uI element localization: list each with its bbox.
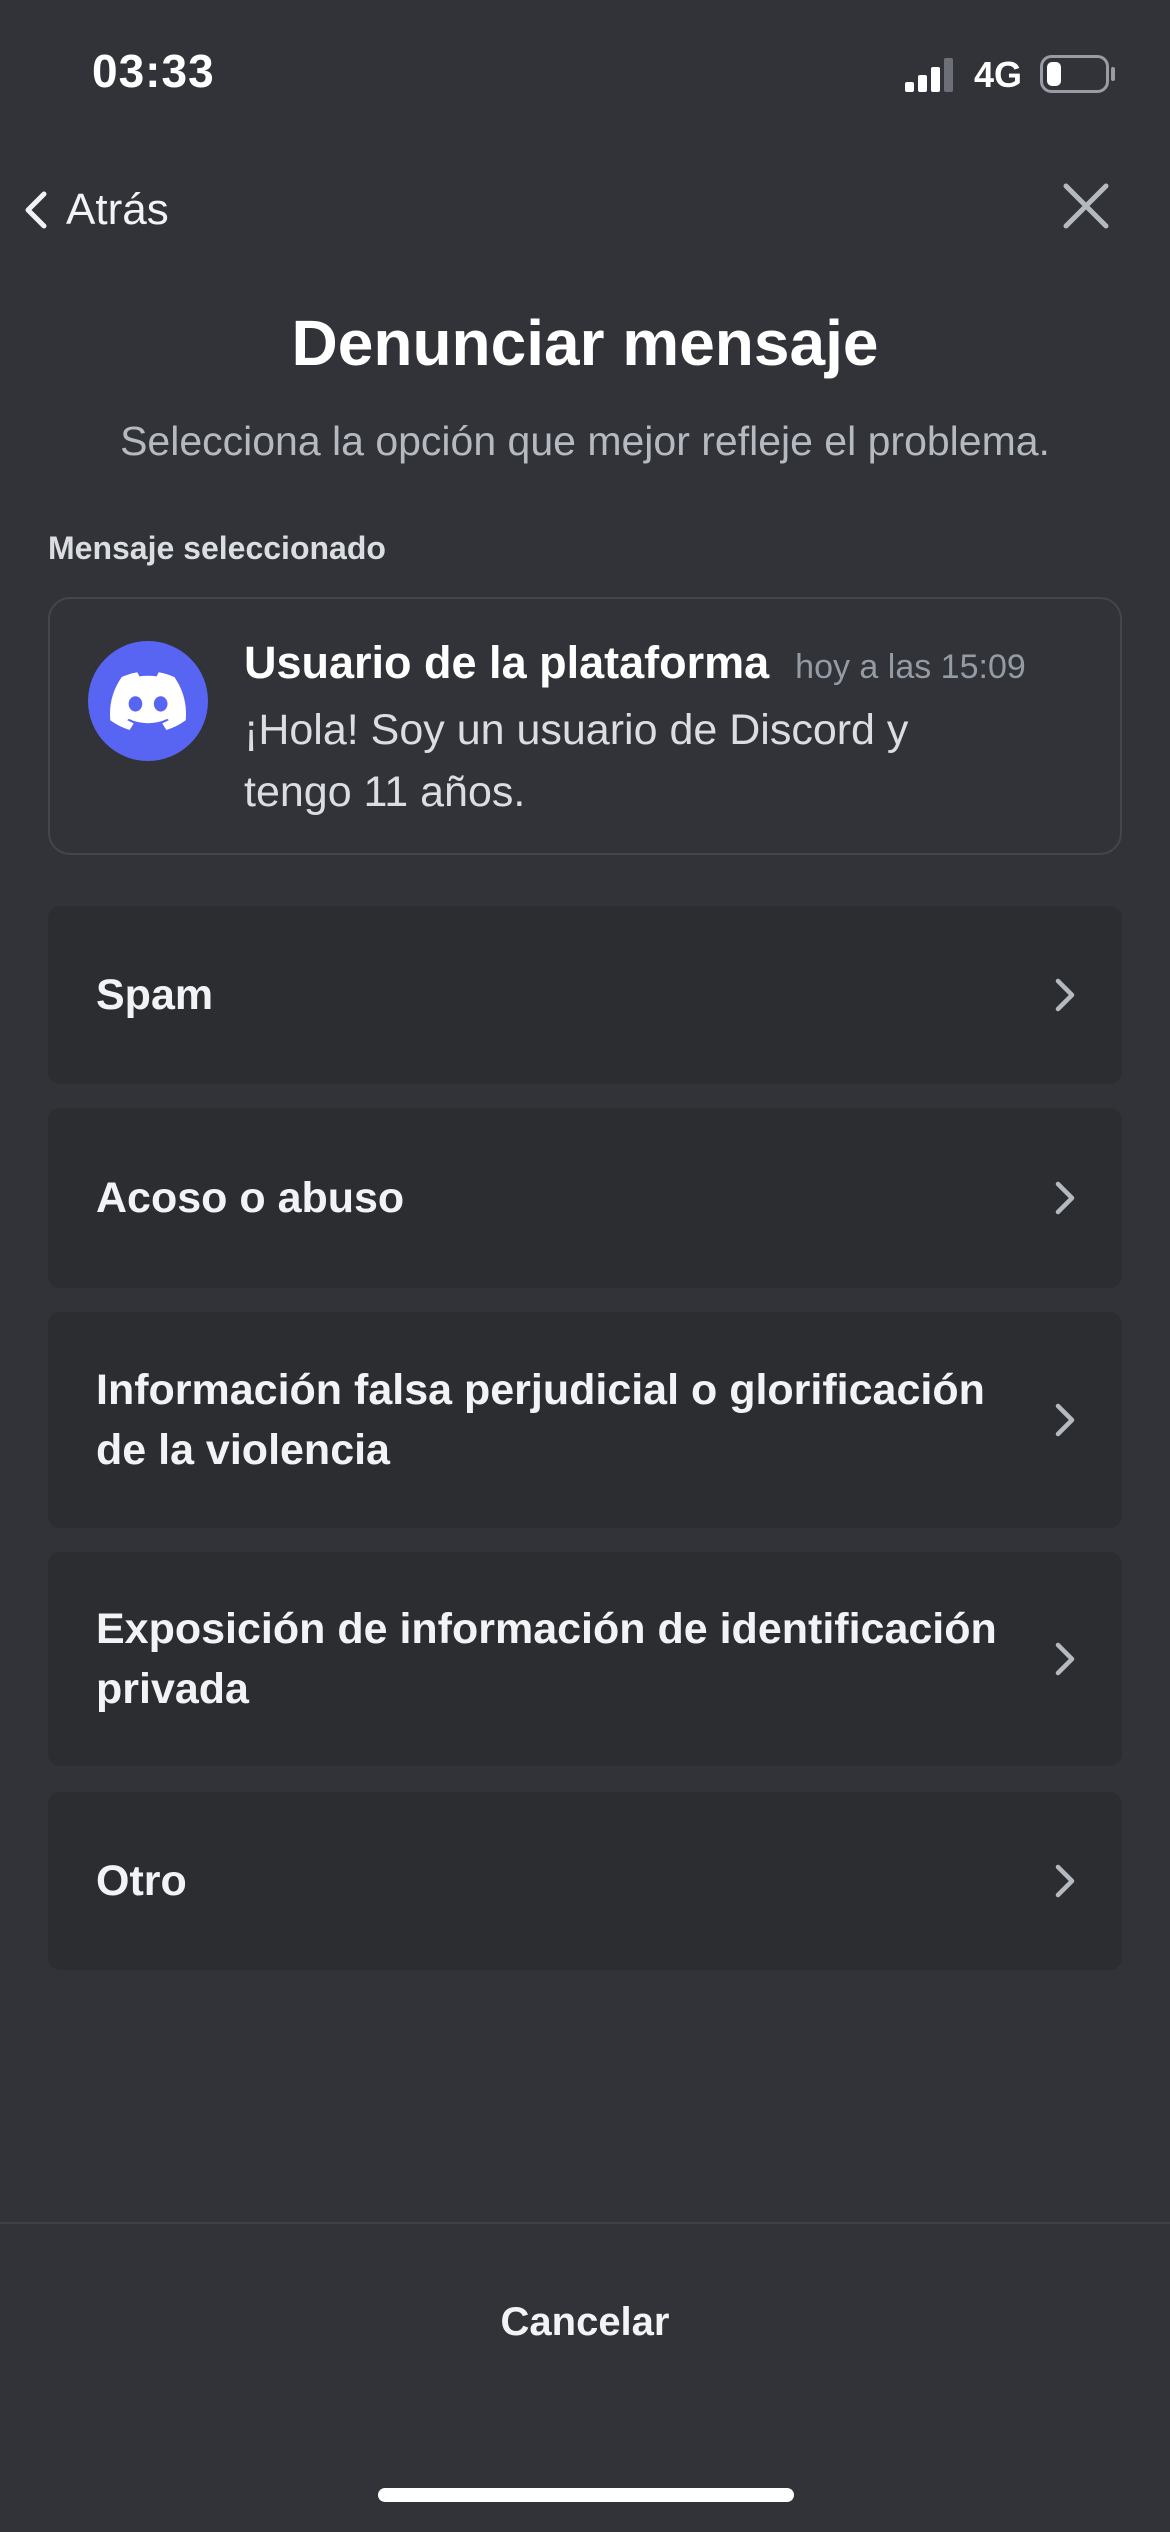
option-label: Otro <box>96 1857 187 1905</box>
status-bar: 03:33 4G <box>0 0 1170 150</box>
network-type: 4G <box>974 54 1023 95</box>
chevron-right-icon <box>1055 1181 1075 1215</box>
chevron-left-icon <box>25 191 47 229</box>
message-timestamp: hoy a las 15:09 <box>795 648 1026 686</box>
chevron-right-icon <box>1055 1403 1075 1437</box>
message-text: ¡Hola! Soy un usuario de Discord y tengo… <box>244 706 909 816</box>
chevron-right-icon <box>1055 1642 1075 1676</box>
chevron-right-icon <box>1055 1864 1075 1898</box>
message-header: Usuario de la plataforma hoy a las 15:09 <box>244 637 1026 689</box>
report-option-harassment[interactable]: Acoso o abuso <box>48 1108 1122 1288</box>
close-icon[interactable] <box>1058 178 1114 234</box>
status-time: 03:33 <box>92 45 215 97</box>
battery-icon <box>1040 55 1115 93</box>
avatar <box>88 641 208 761</box>
back-button[interactable]: Atrás <box>22 180 169 240</box>
footer-divider <box>0 2222 1170 2224</box>
option-label: Spam <box>96 971 214 1019</box>
back-label: Atrás <box>66 185 169 234</box>
home-indicator[interactable] <box>378 2488 794 2502</box>
cancel-button[interactable]: Cancelar <box>0 2300 1170 2345</box>
report-option-private-information[interactable]: Exposición de información de identificac… <box>48 1552 1122 1766</box>
cellular-signal-icon <box>905 58 953 92</box>
report-option-false-information[interactable]: Información falsa perjudicial o glorific… <box>48 1312 1122 1528</box>
message-username: Usuario de la plataforma <box>244 637 770 688</box>
discord-logo-icon <box>110 672 186 730</box>
navigation-bar: Atrás <box>0 170 1170 240</box>
selected-message-label: Mensaje seleccionado <box>48 530 386 566</box>
option-label: Información falsa perjudicial o glorific… <box>96 1366 985 1474</box>
report-option-other[interactable]: Otro <box>48 1792 1122 1970</box>
page-title: Denunciar mensaje <box>291 307 879 379</box>
option-label: Acoso o abuso <box>96 1174 405 1222</box>
report-option-spam[interactable]: Spam <box>48 906 1122 1084</box>
chevron-right-icon <box>1055 978 1075 1012</box>
option-label: Exposición de información de identificac… <box>96 1605 997 1713</box>
page-subtitle: Selecciona la opción que mejor refleje e… <box>120 418 1050 464</box>
selected-message-card: Usuario de la plataforma hoy a las 15:09… <box>48 597 1122 855</box>
